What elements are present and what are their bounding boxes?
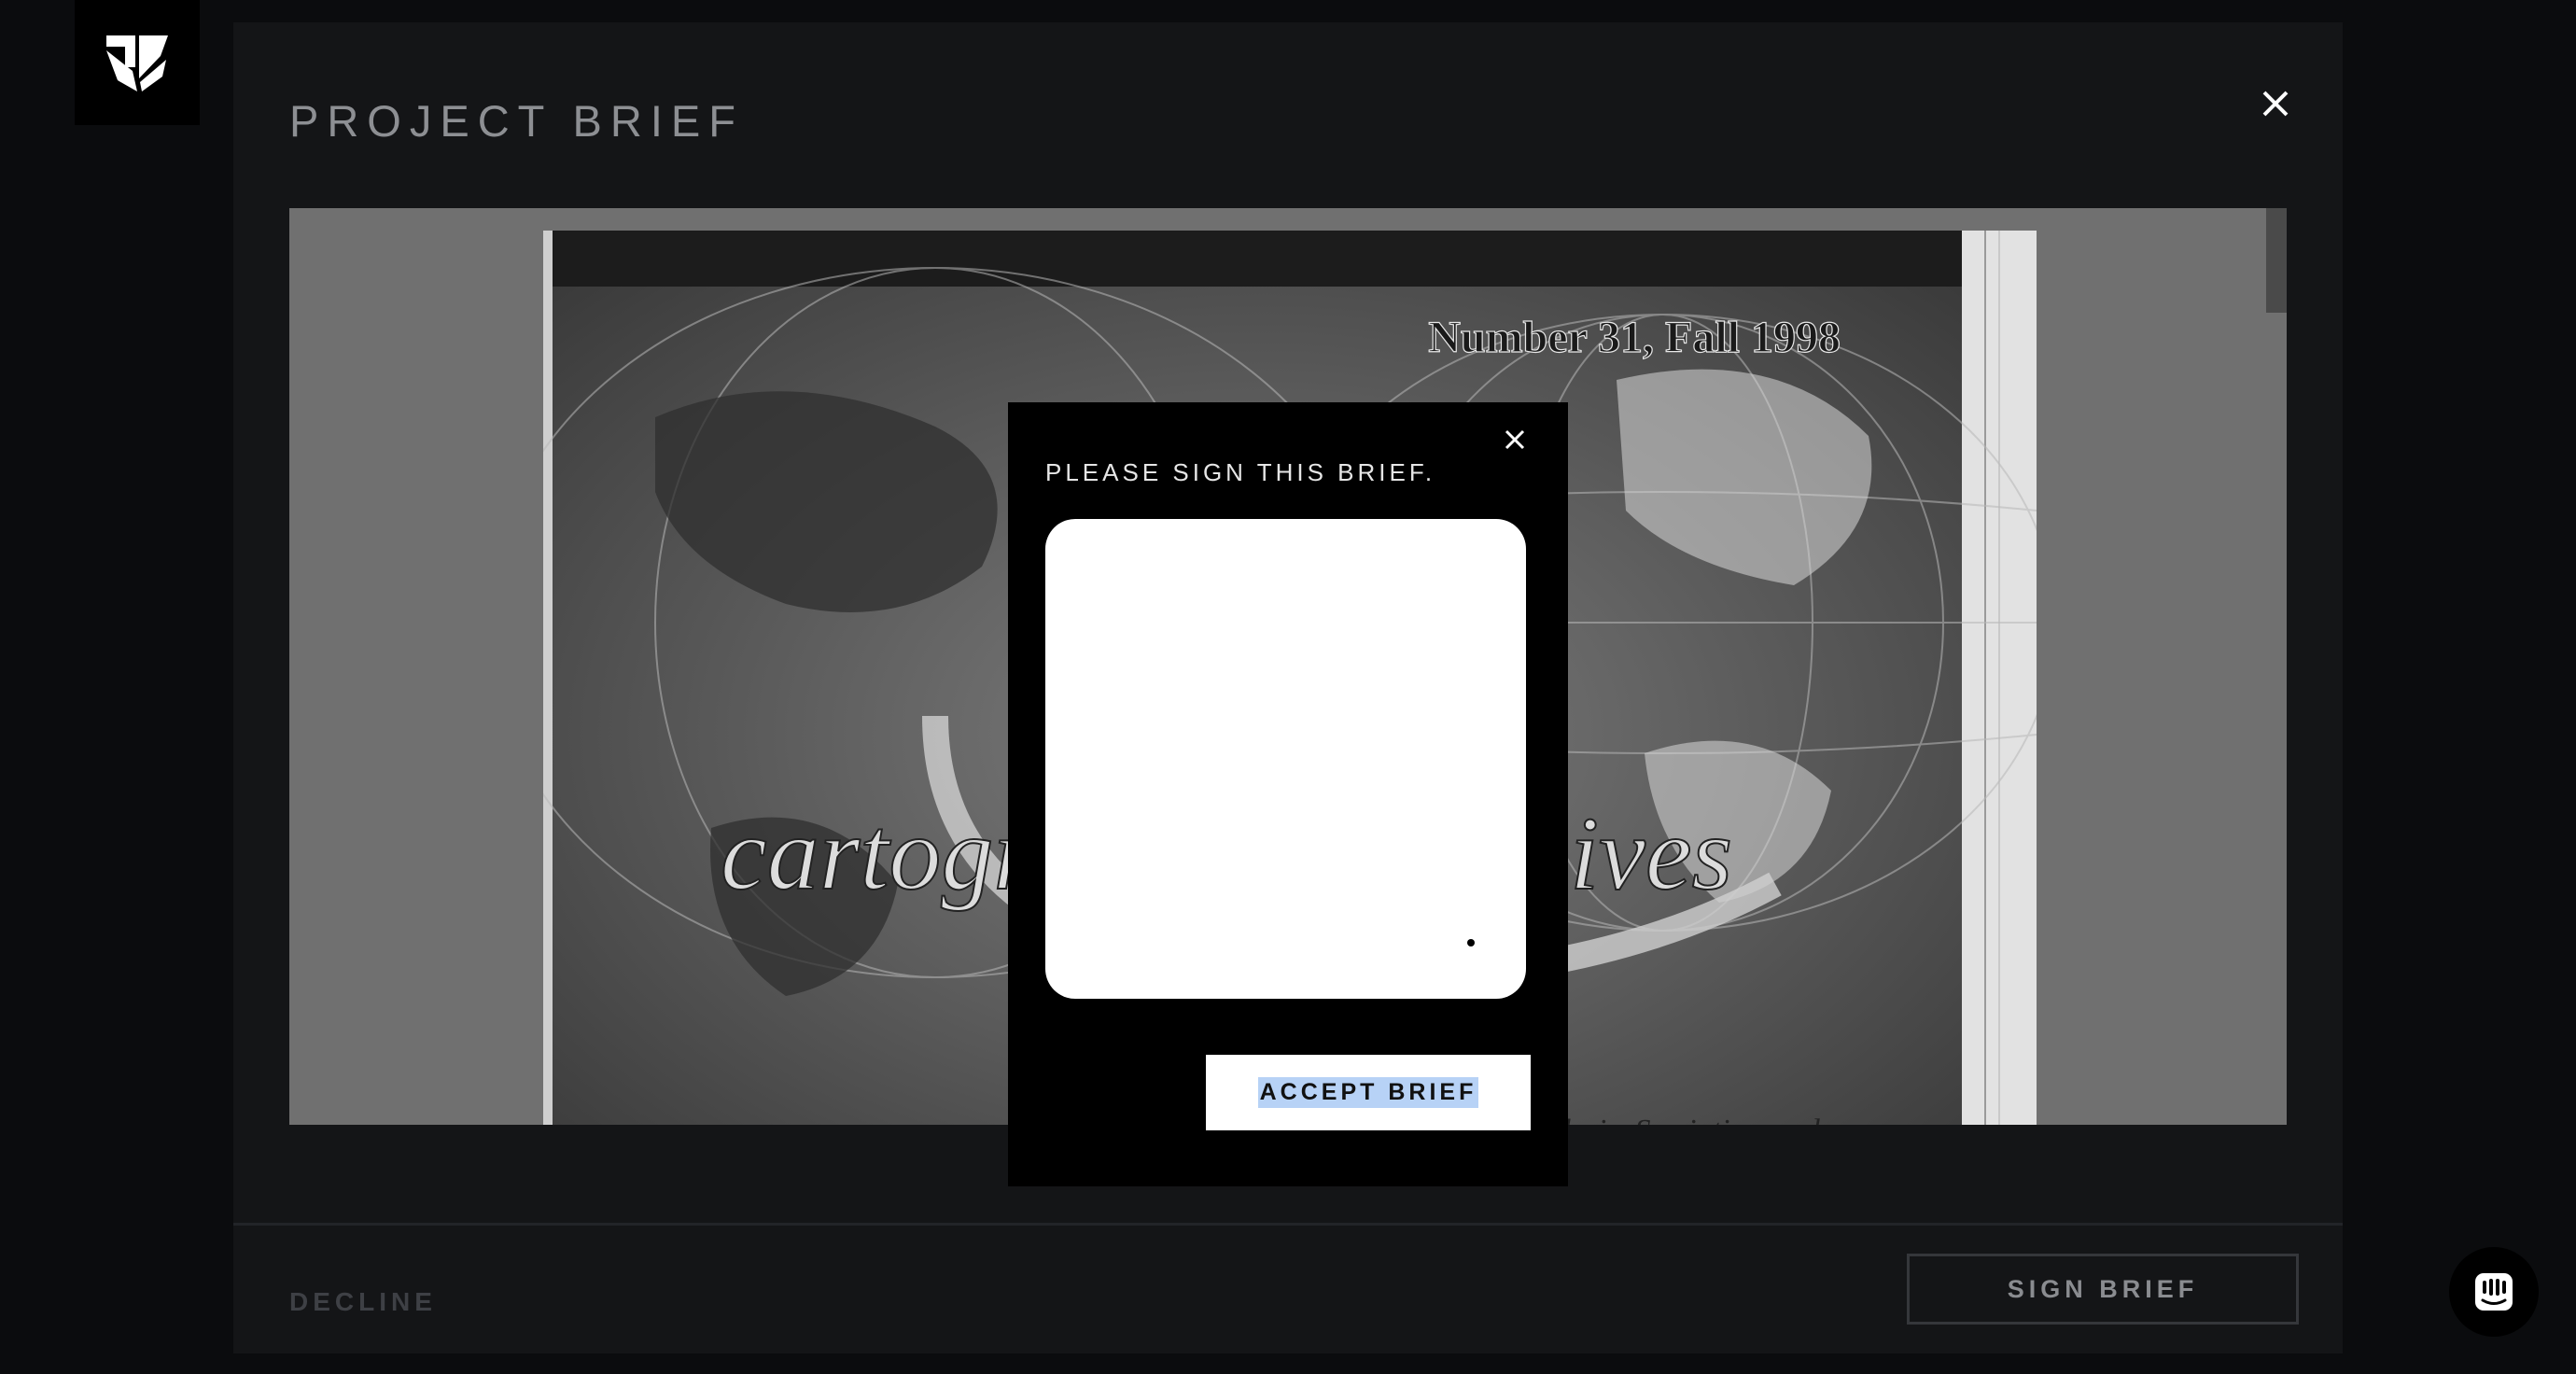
chat-icon [2475,1273,2513,1311]
chat-launcher-button[interactable] [2449,1247,2539,1337]
accept-brief-button[interactable]: ACCEPT BRIEF [1206,1055,1531,1130]
modal-overlay: PLEASE SIGN THIS BRIEF. ACCEPT BRIEF [0,0,2576,1374]
sign-brief-modal: PLEASE SIGN THIS BRIEF. ACCEPT BRIEF [1008,402,1568,1186]
signature-pad[interactable] [1045,519,1526,999]
modal-close-button[interactable] [1496,421,1533,458]
modal-title: PLEASE SIGN THIS BRIEF. [1045,458,1436,486]
accept-brief-label: ACCEPT BRIEF [1257,1077,1479,1108]
close-icon [1505,429,1525,450]
signature-stroke-dot [1467,939,1475,946]
